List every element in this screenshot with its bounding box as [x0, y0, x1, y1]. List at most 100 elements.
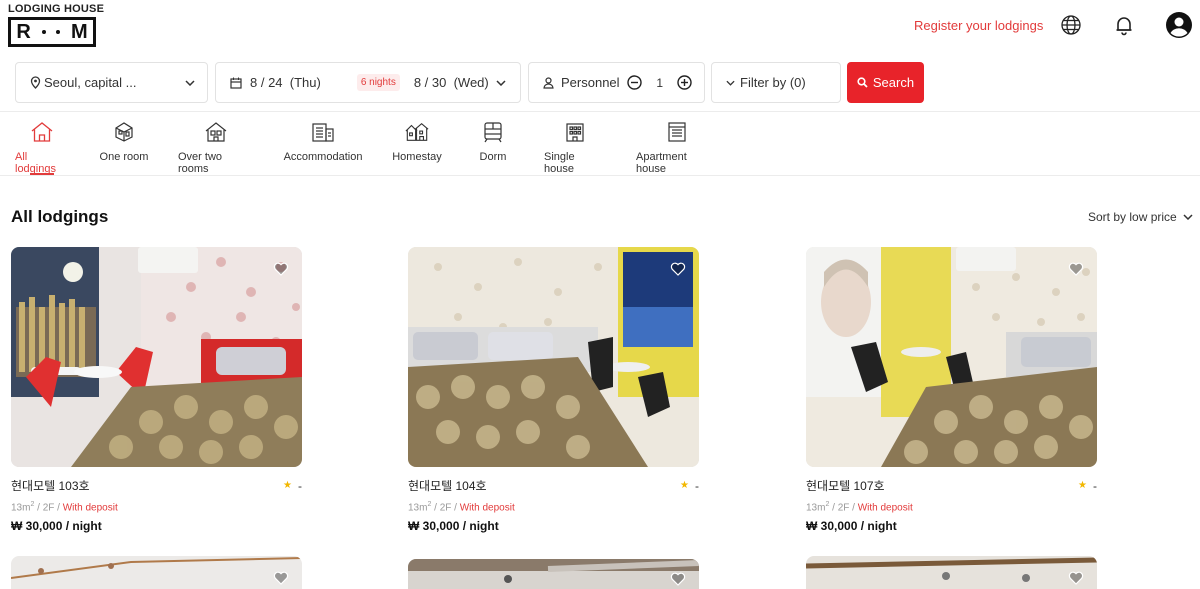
homestay-icon: [405, 120, 429, 144]
listing-meta: 13m2 / 2F / With deposit: [806, 501, 1097, 513]
category-tabs: All lodgings One room Over two rooms Acc…: [0, 120, 1200, 176]
listing-price: ₩ 30,000 / night: [11, 519, 102, 534]
filter-label: Filter by (0): [740, 75, 806, 90]
heart-icon[interactable]: [273, 261, 289, 277]
checkin-date: 8 / 24 (Thu): [250, 75, 321, 90]
listing-card[interactable]: [11, 556, 302, 589]
divider: [0, 111, 1200, 112]
listing-card[interactable]: 현대모텔 104호 ★ - 13m2 / 2F / With deposit ₩ …: [408, 247, 699, 533]
listing-deposit: With deposit: [857, 502, 913, 514]
listing-card[interactable]: [806, 556, 1097, 589]
personnel-label: Personnel: [561, 75, 620, 90]
heart-icon[interactable]: [1068, 261, 1084, 277]
logo[interactable]: LODGING HOUSE R M: [8, 3, 104, 47]
location-value: Seoul, capital ...: [44, 75, 137, 90]
logo-letter-m: M: [70, 20, 88, 43]
checkout-date: 8 / 30 (Wed): [413, 75, 489, 90]
room-photo-illustration: [11, 556, 302, 589]
minus-circle-icon[interactable]: [627, 75, 643, 90]
tab-over-two-rooms[interactable]: Over two rooms: [178, 120, 254, 175]
listing-deposit: With deposit: [62, 502, 118, 514]
home-icon: [30, 120, 54, 144]
building-icon: [311, 120, 335, 144]
listing-area: 13m: [408, 502, 428, 514]
room-photo-illustration: [408, 559, 699, 589]
sort-dropdown[interactable]: Sort by low price: [1088, 210, 1193, 224]
logo-wordmark: R M: [8, 17, 96, 47]
house-rooms-icon: [204, 120, 228, 144]
listing-name: 현대모텔 104호: [408, 479, 487, 493]
heart-icon[interactable]: [273, 570, 289, 586]
listing-price: ₩ 30,000 / night: [806, 519, 897, 534]
user-icon[interactable]: [1164, 10, 1194, 40]
chevron-down-icon: [185, 79, 195, 86]
plus-circle-icon[interactable]: [677, 75, 692, 90]
listing-rating: ★ -: [1078, 479, 1097, 493]
logo-dot: [56, 30, 61, 34]
listing-floor: / 2F /: [431, 502, 460, 514]
divider: [0, 175, 1200, 176]
listing-photo[interactable]: [806, 247, 1097, 467]
bell-icon[interactable]: [1111, 12, 1137, 38]
tab-label: One room: [99, 151, 149, 163]
tab-all-lodgings[interactable]: All lodgings: [15, 120, 69, 175]
tab-accommodation[interactable]: Accommodation: [283, 120, 363, 163]
star-icon: ★: [283, 480, 292, 491]
rating-value: -: [695, 478, 699, 493]
search-icon: [857, 77, 868, 88]
heart-icon[interactable]: [1068, 570, 1084, 586]
date-range-select[interactable]: 8 / 24 (Thu) 6 nights 8 / 30 (Wed): [215, 62, 521, 103]
search-button[interactable]: Search: [847, 62, 924, 103]
listing-deposit: With deposit: [459, 502, 515, 514]
listing-price: ₩ 30,000 / night: [408, 519, 499, 534]
sort-label: Sort by low price: [1088, 210, 1177, 224]
logo-dot: [41, 30, 46, 34]
listing-floor: / 2F /: [34, 502, 63, 514]
heart-icon[interactable]: [670, 571, 686, 587]
heart-icon[interactable]: [670, 261, 686, 277]
tab-dorm[interactable]: Dorm: [477, 120, 509, 163]
tab-homestay[interactable]: Homestay: [392, 120, 442, 163]
rating-value: -: [298, 478, 302, 493]
listing-title-row: 현대모텔 104호 ★ -: [408, 477, 699, 494]
listing-meta: 13m2 / 2F / With deposit: [408, 501, 699, 513]
listing-title-row: 현대모텔 103호 ★ -: [11, 477, 302, 494]
listing-card[interactable]: 현대모텔 107호 ★ - 13m2 / 2F / With deposit ₩ …: [806, 247, 1097, 533]
tab-label: Accommodation: [283, 151, 363, 163]
room-photo-illustration: [408, 247, 699, 467]
listing-meta: 13m2 / 2F / With deposit: [11, 501, 302, 513]
chevron-down-icon: [496, 79, 506, 86]
person-icon: [543, 76, 554, 89]
section-title: All lodgings: [11, 207, 109, 226]
personnel-count: 1: [656, 75, 663, 90]
register-lodgings-link[interactable]: Register your lodgings: [914, 18, 1043, 33]
location-pin-icon: [30, 76, 41, 89]
dorm-icon: [481, 120, 505, 144]
search-bar: Seoul, capital ... 8 / 24 (Thu) 6 nights…: [0, 62, 1200, 103]
listing-card[interactable]: 현대모텔 103호 ★ - 13m2 / 2F / With deposit ₩ …: [11, 247, 302, 533]
location-select[interactable]: Seoul, capital ...: [15, 62, 208, 103]
tab-label: Homestay: [392, 151, 442, 163]
chevron-down-icon: [1183, 214, 1193, 220]
apartment-icon: [665, 120, 689, 144]
tab-label: Dorm: [479, 151, 507, 163]
filter-dropdown[interactable]: Filter by (0): [711, 62, 841, 103]
single-house-icon: [563, 120, 587, 144]
tab-apartment-house[interactable]: Apartment house: [636, 120, 718, 175]
listing-photo[interactable]: [11, 247, 302, 467]
cube-house-icon: [112, 120, 136, 144]
room-photo-illustration: [806, 247, 1097, 467]
listing-rating: ★ -: [283, 479, 302, 493]
listing-photo[interactable]: [408, 247, 699, 467]
logo-tagline: LODGING HOUSE: [8, 3, 105, 15]
tab-label: Apartment house: [636, 151, 687, 175]
tab-single-house[interactable]: Single house: [544, 120, 606, 175]
listing-title-row: 현대모텔 107호 ★ -: [806, 477, 1097, 494]
personnel-stepper: Personnel 1: [528, 62, 705, 103]
globe-icon[interactable]: [1058, 12, 1084, 38]
listing-card[interactable]: [408, 559, 699, 589]
chevron-down-icon: [726, 80, 735, 86]
star-icon: ★: [1078, 480, 1087, 491]
tab-one-room[interactable]: One room: [98, 120, 150, 163]
logo-letter-r: R: [16, 20, 31, 43]
